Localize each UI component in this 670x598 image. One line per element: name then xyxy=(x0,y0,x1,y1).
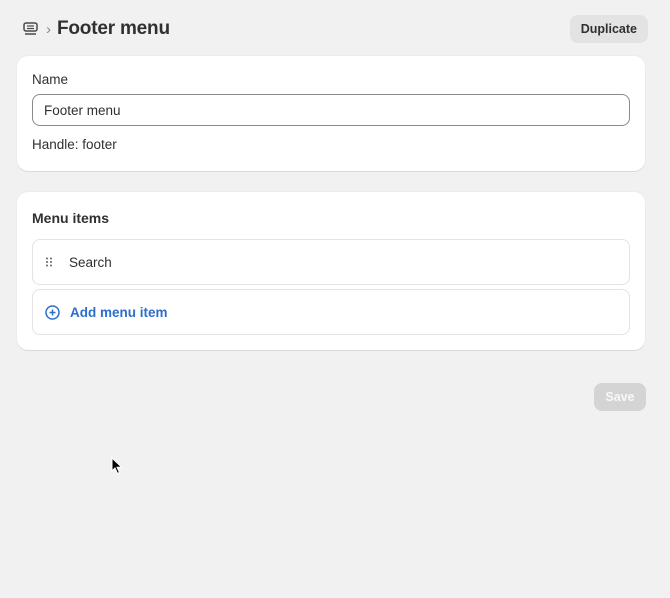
add-menu-item-button[interactable]: Add menu item xyxy=(32,289,630,335)
page-header: › Footer menu Duplicate xyxy=(22,14,648,44)
name-label: Name xyxy=(32,72,69,87)
save-button[interactable]: Save xyxy=(594,383,646,411)
handle-text: Handle: footer xyxy=(32,137,117,152)
drag-handle-icon[interactable] xyxy=(45,255,57,269)
name-card: Name Handle: footer xyxy=(17,56,645,171)
add-menu-item-label: Add menu item xyxy=(70,304,168,320)
menu-item-label: Search xyxy=(69,254,112,270)
duplicate-button[interactable]: Duplicate xyxy=(569,15,648,43)
menu-items-card: Menu items Search Add menu item xyxy=(17,192,645,350)
menu-item-row[interactable]: Search xyxy=(32,239,630,285)
mouse-cursor-icon xyxy=(111,457,123,475)
name-input[interactable] xyxy=(32,94,630,126)
breadcrumb-separator: › xyxy=(46,20,51,38)
menu-items-title: Menu items xyxy=(32,210,110,226)
page-title: Footer menu xyxy=(57,18,170,39)
plus-circle-icon xyxy=(45,304,61,320)
navigation-menu-icon[interactable] xyxy=(22,21,38,37)
